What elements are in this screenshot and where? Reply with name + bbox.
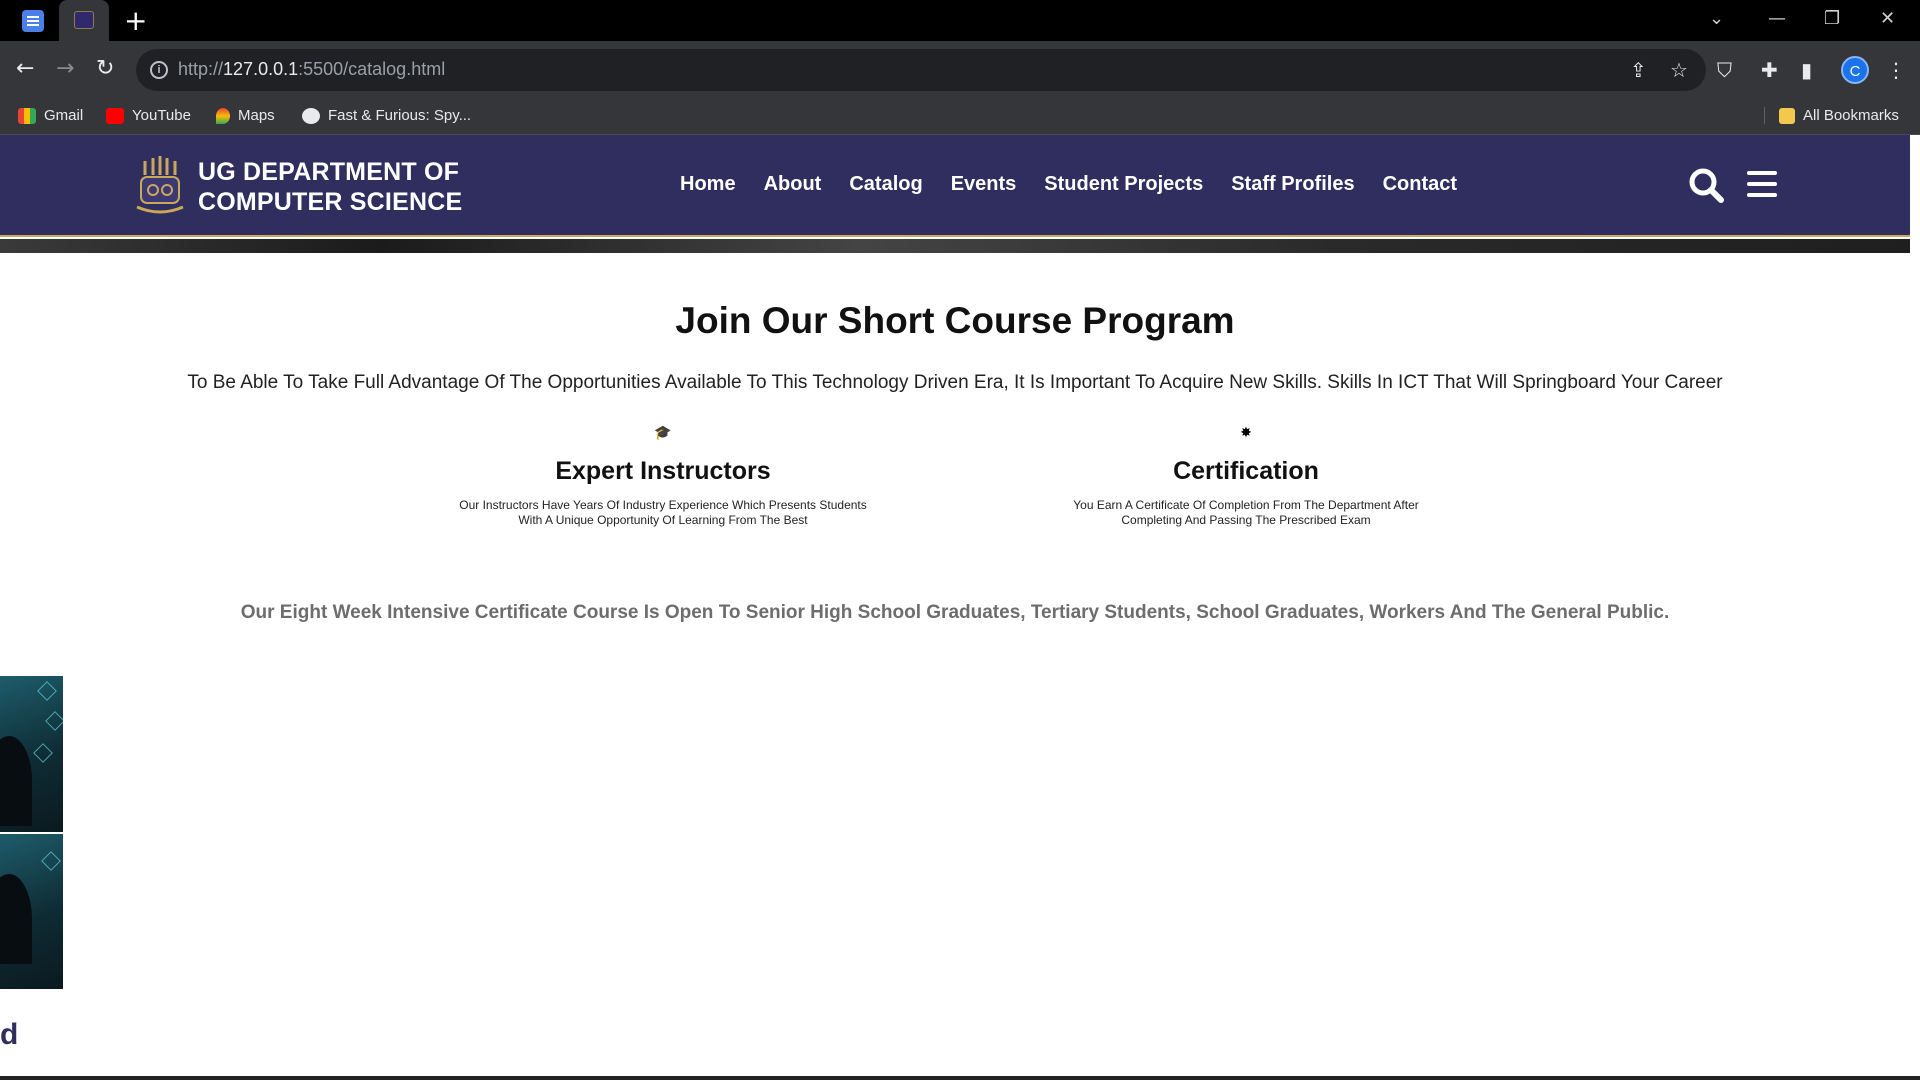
forward-icon[interactable]: → — [56, 54, 74, 84]
hero-image-strip — [0, 239, 1910, 253]
graduation-cap-icon: 🎓 — [654, 425, 672, 441]
bookmark-maps[interactable]: Maps — [216, 107, 275, 124]
back-icon[interactable]: ← — [16, 54, 34, 84]
site-header: UG DEPARTMENT OF COMPUTER SCIENCE Home A… — [0, 135, 1910, 237]
course-eligibility-note: Our Eight Week Intensive Certificate Cou… — [240, 602, 1670, 623]
shield-extension-icon[interactable]: ⛉ — [1717, 58, 1732, 82]
feature-title: Certification — [1173, 457, 1319, 485]
site-info-icon[interactable]: i — [150, 61, 168, 79]
tab-search-chevron-icon[interactable]: ⌄ — [1709, 4, 1724, 34]
feature-expert-instructors: 🎓 Expert Instructors Our Instructors Hav… — [443, 425, 883, 528]
address-bar[interactable]: i http://127.0.0.1:5500/catalog.html ⇪ ☆ — [136, 49, 1706, 91]
clipped-heading-text: d — [0, 1018, 19, 1051]
reload-icon[interactable]: ↻ — [96, 54, 114, 84]
bookmark-gmail[interactable]: Gmail — [18, 107, 83, 124]
gmail-icon — [18, 107, 36, 124]
nav-home[interactable]: Home — [680, 173, 736, 196]
nav-events[interactable]: Events — [951, 173, 1017, 196]
feature-text: Our Instructors Have Years Of Industry E… — [459, 498, 867, 527]
share-icon[interactable]: ⇪ — [1630, 58, 1647, 82]
maps-icon — [216, 107, 230, 124]
tab-favicon-icon — [74, 11, 94, 29]
site-brand[interactable]: UG DEPARTMENT OF COMPUTER SCIENCE — [198, 157, 462, 217]
minimize-icon[interactable]: — — [1768, 4, 1786, 34]
nav-staff-profiles[interactable]: Staff Profiles — [1231, 173, 1354, 196]
bookmark-youtube[interactable]: YouTube — [106, 107, 191, 124]
bookmark-fast-furious[interactable]: Fast & Furious: Spy... — [302, 107, 471, 124]
nav-about[interactable]: About — [764, 173, 822, 196]
restore-icon[interactable]: ❐ — [1824, 4, 1840, 34]
extensions-puzzle-icon[interactable]: ✚ — [1761, 58, 1778, 82]
browser-toolbar: ← → ↻ i http://127.0.0.1:5500/catalog.ht… — [0, 41, 1920, 99]
folder-icon — [1779, 107, 1795, 124]
main-nav: Home About Catalog Events Student Projec… — [680, 173, 1457, 196]
bookmark-star-icon[interactable]: ☆ — [1670, 58, 1688, 82]
search-icon[interactable] — [1688, 167, 1724, 203]
url-text[interactable]: http://127.0.0.1:5500/catalog.html — [178, 59, 445, 80]
hamburger-menu-icon[interactable] — [1747, 171, 1777, 197]
youtube-icon — [106, 107, 124, 124]
all-bookmarks-button[interactable]: All Bookmarks — [1764, 107, 1899, 124]
active-tab[interactable] — [59, 0, 109, 41]
course-image-thumbnail-1[interactable] — [0, 676, 63, 832]
close-window-icon[interactable]: ✕ — [1880, 4, 1895, 34]
browser-tab-bar: + ⌄ — ❐ ✕ — [0, 0, 1920, 41]
certificate-icon: ✸ — [1240, 425, 1252, 441]
section-title: Join Our Short Course Program — [675, 300, 1235, 341]
university-crest-icon[interactable] — [133, 155, 187, 215]
course-image-thumbnail-2[interactable] — [0, 834, 63, 989]
nav-catalog[interactable]: Catalog — [849, 173, 922, 196]
feature-title: Expert Instructors — [555, 457, 771, 485]
bookmarks-bar: Gmail YouTube Maps Fast & Furious: Spy..… — [0, 99, 1920, 135]
nav-contact[interactable]: Contact — [1383, 173, 1457, 196]
page-bottom-rule — [0, 1076, 1920, 1080]
globe-icon — [302, 107, 320, 124]
section-subtitle: To Be Able To Take Full Advantage Of The… — [187, 372, 1723, 393]
profile-avatar[interactable]: C — [1841, 56, 1869, 84]
feature-text: You Earn A Certificate Of Completion Fro… — [1073, 498, 1419, 527]
nav-student-projects[interactable]: Student Projects — [1044, 173, 1203, 196]
side-panel-icon[interactable]: ▮ — [1801, 58, 1812, 82]
browser-menu-icon[interactable]: ⋮ — [1886, 58, 1906, 82]
new-tab-icon[interactable]: + — [124, 6, 147, 36]
docs-app-icon[interactable] — [22, 10, 44, 32]
feature-certification: ✸ Certification You Earn A Certificate O… — [1026, 425, 1466, 528]
